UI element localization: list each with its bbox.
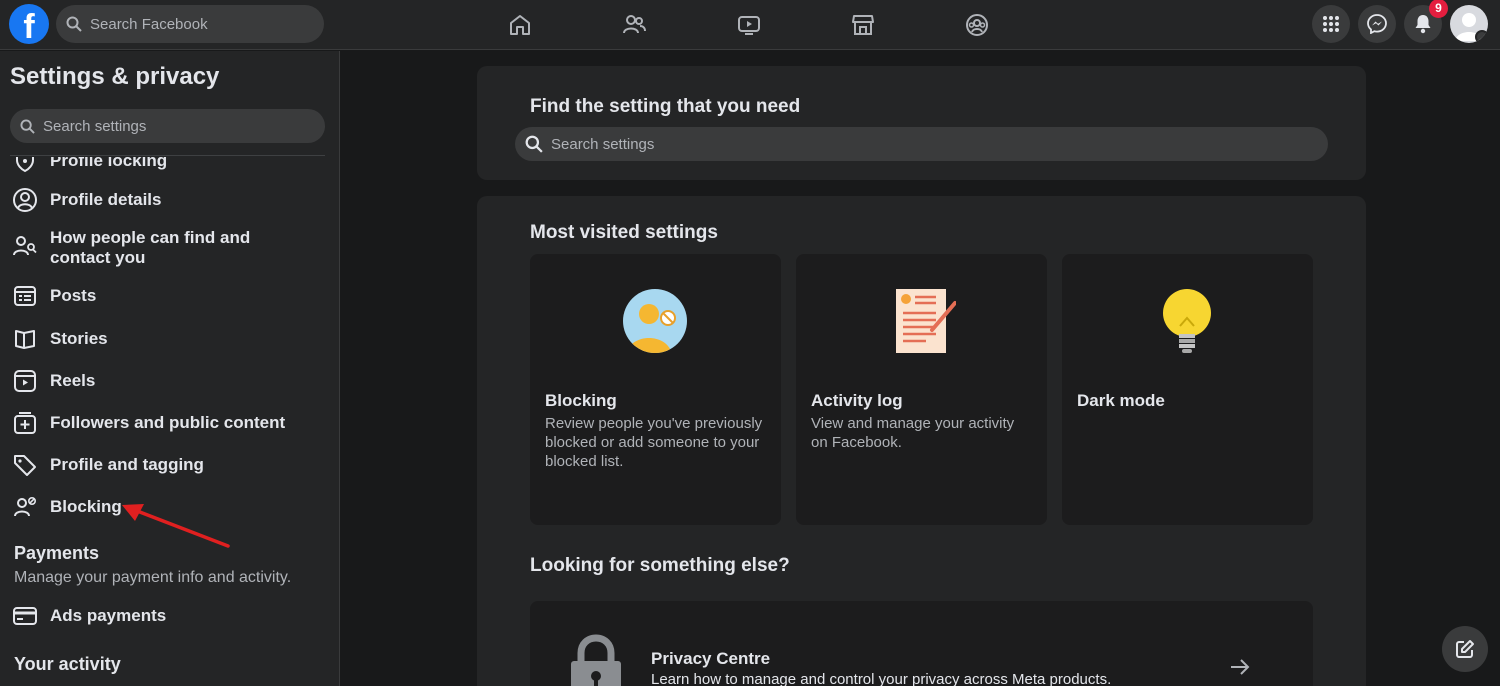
sidebar-item-profile-locking[interactable]: Profile locking	[10, 157, 325, 173]
main-search-placeholder: Search settings	[551, 135, 655, 153]
search-icon	[20, 118, 35, 134]
friends-icon[interactable]	[617, 8, 651, 42]
chevron-down-icon	[1475, 30, 1488, 43]
divider	[10, 155, 325, 156]
sidebar-item-posts[interactable]: Posts	[10, 285, 325, 307]
search-icon	[66, 16, 82, 32]
menu-grid-icon[interactable]	[1312, 5, 1350, 43]
compose-icon	[1456, 640, 1474, 658]
followers-icon	[10, 411, 40, 435]
arrow-right-icon[interactable]	[1230, 659, 1250, 675]
privacy-centre-description: Learn how to manage and control your pri…	[651, 671, 1112, 686]
account-avatar[interactable]	[1450, 5, 1488, 43]
tile-description: Review people you've previously blocked …	[545, 415, 763, 470]
tile-title: Blocking	[545, 391, 617, 410]
tile-dark-mode[interactable]: Dark mode	[1062, 254, 1313, 525]
facebook-search-input[interactable]: Search Facebook	[56, 5, 324, 43]
find-setting-title: Find the setting that you need	[530, 96, 801, 117]
sidebar-item-profile-tagging[interactable]: Profile and tagging	[10, 453, 325, 477]
sidebar-item-profile-details[interactable]: Profile details	[10, 187, 325, 213]
sidebar-title: Settings & privacy	[10, 63, 220, 90]
reels-icon	[10, 369, 40, 393]
watch-icon[interactable]	[732, 8, 766, 42]
sidebar-search-placeholder: Search settings	[43, 117, 147, 135]
tile-description: View and manage your activity on Faceboo…	[811, 415, 1015, 451]
groups-icon[interactable]	[960, 8, 994, 42]
stories-icon	[10, 327, 40, 351]
find-setting-card	[477, 66, 1366, 180]
tile-title: Activity log	[811, 391, 903, 410]
activity-heading: Your activity	[14, 654, 121, 674]
tile-blocking[interactable]: Blocking Review people you've previously…	[530, 254, 781, 525]
settings-sidebar: Settings & privacy Search settings Profi…	[0, 51, 340, 686]
privacy-centre-row[interactable]: Privacy Centre Learn how to manage and c…	[530, 601, 1313, 686]
notification-badge: 9	[1429, 0, 1448, 18]
tile-activity-log[interactable]: Activity log View and manage your activi…	[796, 254, 1047, 525]
sidebar-search-input[interactable]: Search settings	[10, 109, 325, 143]
shield-icon	[10, 157, 40, 173]
blocking-illustration-icon	[623, 289, 687, 353]
facebook-search-placeholder: Search Facebook	[90, 15, 208, 33]
activity-log-illustration-icon	[896, 289, 956, 353]
privacy-centre-title: Privacy Centre	[651, 649, 771, 668]
main-search-input[interactable]: Search settings	[515, 127, 1328, 161]
block-user-icon	[10, 495, 40, 519]
home-icon[interactable]	[503, 8, 537, 42]
lightbulb-icon	[1163, 289, 1211, 353]
tile-title: Dark mode	[1077, 391, 1165, 410]
credit-card-icon	[10, 606, 40, 626]
lock-icon	[571, 634, 621, 686]
sidebar-item-stories[interactable]: Stories	[10, 327, 325, 351]
sidebar-item-ads-payments[interactable]: Ads payments	[10, 606, 325, 626]
user-circle-icon	[10, 187, 40, 213]
top-bar: f Search Facebook 9	[0, 0, 1500, 50]
messenger-icon[interactable]	[1358, 5, 1396, 43]
marketplace-icon[interactable]	[846, 8, 880, 42]
most-visited-title: Most visited settings	[530, 222, 718, 243]
payments-heading: Payments	[14, 543, 100, 563]
facebook-logo[interactable]: f	[9, 4, 49, 44]
posts-icon	[10, 285, 40, 307]
sidebar-item-followers[interactable]: Followers and public content	[10, 411, 325, 435]
people-search-icon	[10, 228, 40, 258]
search-icon	[525, 135, 543, 153]
new-message-button[interactable]	[1442, 626, 1488, 672]
sidebar-item-reels[interactable]: Reels	[10, 369, 325, 393]
tag-icon	[10, 453, 40, 477]
annotation-arrow	[122, 504, 230, 548]
payments-subtitle: Manage your payment info and activity.	[14, 569, 292, 586]
looking-for-title: Looking for something else?	[530, 555, 790, 576]
notifications-icon[interactable]: 9	[1404, 0, 1448, 43]
sidebar-item-find-and-contact[interactable]: How people can find and contact you	[10, 228, 325, 268]
